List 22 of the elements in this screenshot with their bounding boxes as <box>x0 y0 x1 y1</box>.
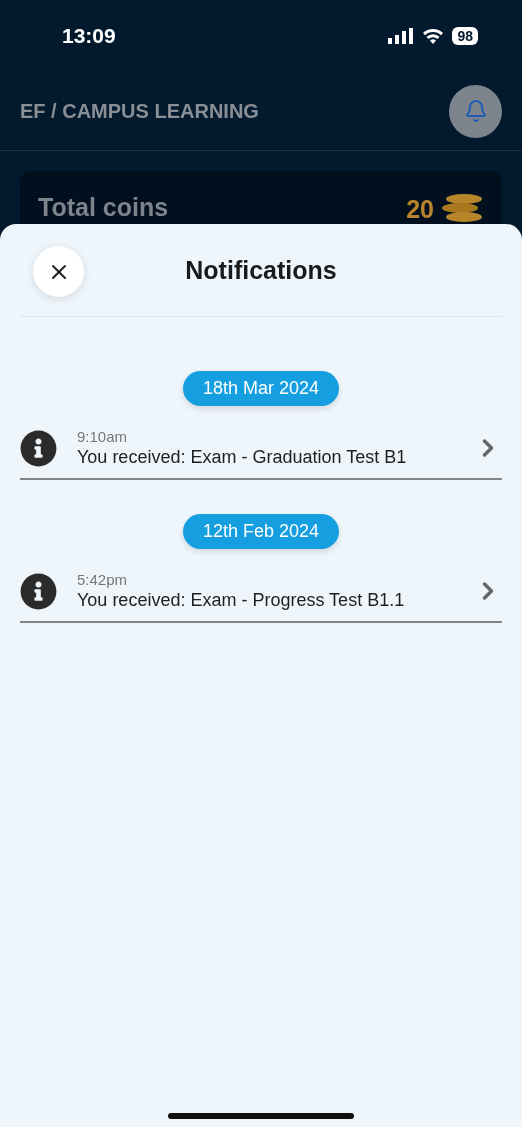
close-button[interactable] <box>33 246 84 297</box>
notification-item[interactable]: 9:10am You received: Exam - Graduation Test B1 <box>20 428 502 480</box>
wifi-icon <box>422 28 445 44</box>
info-icon <box>20 429 57 467</box>
coins-label: Total coins <box>38 193 169 222</box>
bell-icon <box>463 99 488 123</box>
notifications-button[interactable] <box>449 84 502 138</box>
date-badge: 12th Feb 2024 <box>182 514 340 549</box>
coins-icon <box>440 193 484 225</box>
battery-level: 98 <box>452 27 478 45</box>
info-icon <box>20 572 57 610</box>
notification-text: You received: Exam - Graduation Test B1 <box>77 447 408 468</box>
signal-icon <box>388 28 415 44</box>
notification-text: You received: Exam - Progress Test B1.1 <box>77 590 406 611</box>
notification-time: 9:10am <box>77 428 129 445</box>
coins-value: 20 <box>406 194 434 224</box>
date-badge: 18th Mar 2024 <box>182 371 340 406</box>
app-title: EF / CAMPUS LEARNING <box>20 99 259 123</box>
notification-item[interactable]: 5:42pm You received: Exam - Progress Test B1.1 <box>20 571 502 623</box>
sheet-title: Notifications <box>185 255 337 285</box>
status-time: 13:09 <box>62 24 116 48</box>
notification-time: 5:42pm <box>77 571 129 588</box>
